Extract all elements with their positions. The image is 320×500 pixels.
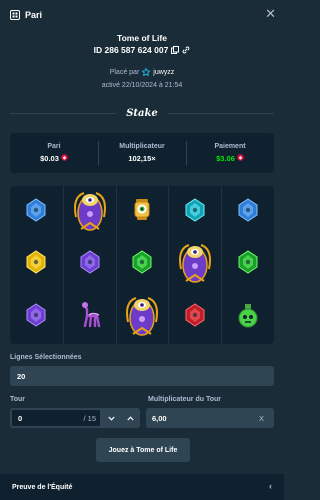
payout-amount: $3.06 xyxy=(216,154,235,163)
lines-label: Lignes Sélectionnées xyxy=(10,354,82,361)
link-icon[interactable] xyxy=(182,46,190,54)
placed-by-row: Placé par juwyzz xyxy=(0,68,284,76)
gem-yellow-icon xyxy=(25,250,47,279)
reel-cell xyxy=(115,291,169,344)
bet-stats: Pari $0.03 ◆ Multiplicateur 102,15× Paie… xyxy=(10,133,274,173)
star-badge-icon xyxy=(142,68,151,76)
stat-bet-value: $0.03 ◆ xyxy=(40,154,68,163)
gem-purple-icon xyxy=(79,250,101,279)
gem-green-icon xyxy=(131,250,153,279)
round-increment-button[interactable] xyxy=(121,408,140,428)
modal-header: Pari xyxy=(0,0,284,30)
round-decrement-button[interactable] xyxy=(102,408,121,428)
username-link[interactable]: juwyzz xyxy=(153,69,174,76)
slot-reels xyxy=(10,186,274,344)
gem-purple-icon xyxy=(25,303,47,332)
gem-red-icon xyxy=(184,303,206,332)
reel-cell xyxy=(62,186,116,239)
eye-totem-icon xyxy=(175,239,215,290)
stat-bet-label: Pari xyxy=(47,143,61,150)
bet-id-row: ID 286 587 624 007 xyxy=(0,45,284,55)
gem-blue-icon xyxy=(237,198,259,227)
eye-lantern-icon xyxy=(131,197,153,228)
reel-cell xyxy=(10,186,63,239)
reel-cell xyxy=(115,186,169,239)
reel-cell xyxy=(168,186,221,239)
eye-totem-icon xyxy=(70,187,110,238)
divider-line xyxy=(167,113,274,114)
round-multiplier-value: 6,00 xyxy=(152,413,167,423)
bet-id: ID 286 587 624 007 xyxy=(93,45,169,55)
bet-amount: $0.03 xyxy=(40,154,59,163)
modal-title: Pari xyxy=(25,10,43,20)
chevron-up-icon xyxy=(127,415,134,420)
gem-teal-icon xyxy=(184,198,206,227)
reel-cell xyxy=(62,238,116,292)
svg-text:◆: ◆ xyxy=(239,156,243,161)
copy-icon[interactable] xyxy=(171,46,180,54)
divider-line xyxy=(10,113,117,114)
placed-by-label: Placé par xyxy=(109,68,140,76)
reel-cell xyxy=(10,239,63,292)
round-total: / 15 xyxy=(83,413,96,423)
lines-value: 20 xyxy=(17,371,26,381)
stat-payout-value: $3.06 ◆ xyxy=(216,154,244,163)
activated-date: activé 22/10/2024 à 21:54 xyxy=(101,82,183,89)
lines-field: 20 xyxy=(10,366,274,386)
llama-icon xyxy=(77,300,103,335)
fairness-label: Preuve de l'Équité xyxy=(12,483,73,491)
svg-text:◆: ◆ xyxy=(63,156,67,161)
round-multiplier-field: 6,00 X xyxy=(146,408,274,428)
chevron-left-icon: ‹ xyxy=(269,481,272,491)
fairness-footer[interactable]: Preuve de l'Équité ‹ xyxy=(0,474,284,500)
stake-logo: Stake xyxy=(126,108,158,119)
eye-totem-icon xyxy=(122,292,162,343)
round-value: 0 xyxy=(18,413,23,423)
gem-green-icon xyxy=(237,250,259,279)
play-game-button[interactable]: Jouez à Tome of Life xyxy=(96,438,190,462)
reel-cell xyxy=(221,186,274,239)
close-button[interactable]: ✕ xyxy=(265,7,276,21)
reel-cell xyxy=(10,291,63,344)
round-multiplier-label: Multiplicateur du Tour xyxy=(148,396,221,403)
round-label: Tour xyxy=(10,396,26,403)
stat-multiplier-value: 102,15× xyxy=(128,154,156,163)
receipt-icon xyxy=(10,10,20,20)
round-field: 0 / 15 xyxy=(10,408,140,428)
chevron-down-icon xyxy=(108,416,115,421)
stat-bet: Pari $0.03 ◆ xyxy=(10,133,98,173)
reel-cell xyxy=(221,291,274,344)
gem-blue-icon xyxy=(25,198,47,227)
stat-payout: Paiement $3.06 ◆ xyxy=(186,133,274,173)
brand-divider: Stake xyxy=(10,108,274,119)
reel-cell xyxy=(62,291,116,344)
game-title: Tome of Life xyxy=(117,33,167,43)
reel-cell xyxy=(168,238,221,292)
skull-potion-icon xyxy=(236,302,260,333)
currency-coin-icon: ◆ xyxy=(237,154,244,163)
reel-cell xyxy=(168,291,221,344)
stat-multiplier: Multiplicateur 102,15× xyxy=(98,133,186,173)
currency-coin-icon: ◆ xyxy=(61,154,68,163)
reel-cell xyxy=(115,238,169,292)
stat-payout-label: Paiement xyxy=(214,143,246,150)
reel-cell xyxy=(221,238,274,292)
multiplier-suffix: X xyxy=(258,413,264,423)
stat-multiplier-label: Multiplicateur xyxy=(119,143,165,150)
round-input[interactable]: 0 / 15 xyxy=(10,408,102,428)
